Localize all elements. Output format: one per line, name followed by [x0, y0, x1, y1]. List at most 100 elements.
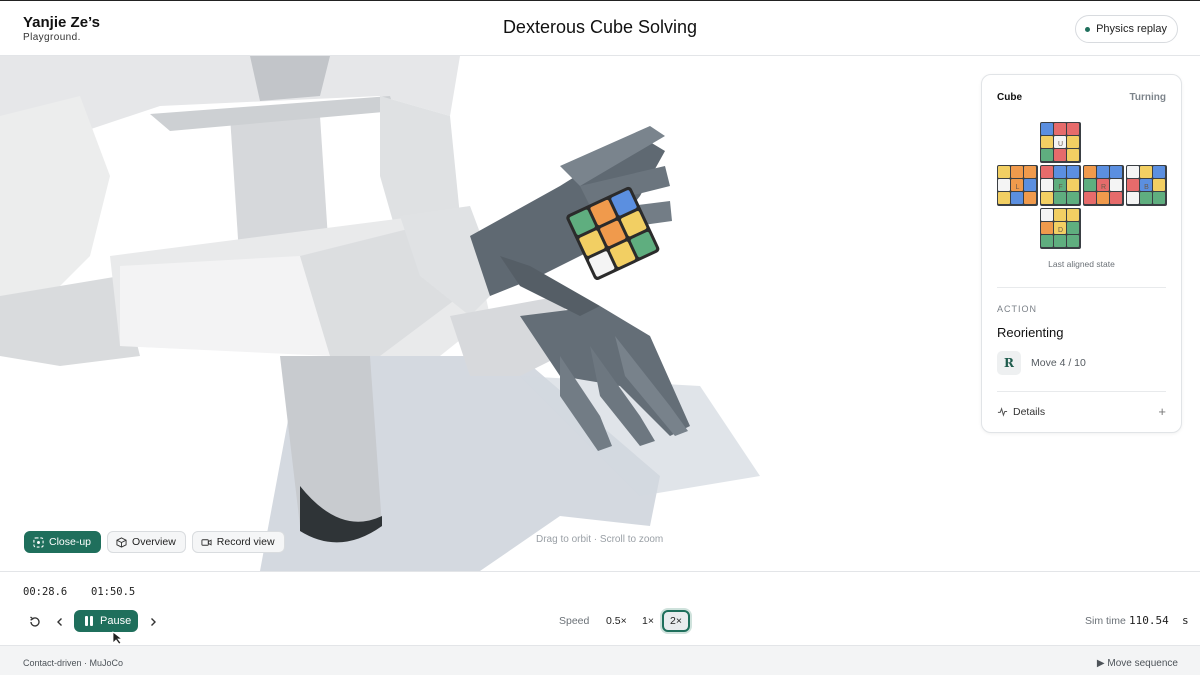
details-toggle[interactable]: Details + [997, 404, 1166, 419]
divider [997, 287, 1166, 288]
cube-sticker [1067, 235, 1079, 247]
cube-sticker [1097, 192, 1109, 204]
cube-sticker [1054, 192, 1066, 204]
speed-option-0-5x[interactable]: 0.5× [606, 615, 627, 627]
cube-sticker [1110, 179, 1122, 191]
cube-sticker [1041, 235, 1053, 247]
cube-sticker [1067, 136, 1079, 148]
page-title: Dexterous Cube Solving [502, 17, 698, 37]
cube-sticker [1054, 166, 1066, 178]
close-up-button[interactable]: Close-up [24, 531, 102, 553]
status-dot-icon [1085, 27, 1091, 32]
cube-sticker [1067, 192, 1079, 204]
cube-sticker [1041, 209, 1053, 221]
cube-sticker [1110, 192, 1122, 204]
cube-sticker [1011, 192, 1023, 204]
details-label: Details [1013, 405, 1046, 418]
cube-sticker [1041, 123, 1053, 135]
cube-face-label: F [1058, 184, 1062, 191]
plus-icon: + [1158, 404, 1166, 419]
cube-net: U L F R B D [997, 122, 1167, 249]
panel-title: Cube [997, 92, 1022, 103]
cube-sticker [1127, 192, 1139, 204]
restart-icon[interactable] [28, 615, 42, 629]
cube-sticker [1024, 179, 1036, 191]
cube-sticker [1041, 166, 1053, 178]
cube-sticker [1054, 149, 1066, 161]
cube-face-label: B [1144, 184, 1149, 191]
cube-sticker [1084, 179, 1096, 191]
pause-button[interactable]: Pause [74, 610, 138, 632]
cube-sticker [998, 179, 1010, 191]
cube-sticker [1067, 166, 1079, 178]
cube-sticker [1153, 179, 1165, 191]
speed-label: Speed [559, 615, 590, 627]
cube-sticker [1067, 179, 1079, 191]
close-up-label: Close-up [49, 536, 92, 548]
cube-sticker [1084, 166, 1096, 178]
cube-sticker [1054, 123, 1066, 135]
record-view-label: Record view [216, 536, 275, 548]
pause-icon [85, 616, 93, 626]
cube-icon [116, 536, 127, 548]
cube-sticker [998, 192, 1010, 204]
cube-sticker [1041, 136, 1053, 148]
cube-sticker [1127, 179, 1139, 191]
cube-face-label: U [1058, 141, 1063, 148]
move-badge: R [997, 351, 1021, 375]
view-buttons: Close-up Overview Record view [24, 531, 285, 553]
cube-net-caption: Last aligned state [1048, 259, 1115, 269]
total-time: 01:50.5 [91, 586, 136, 598]
panel-status: Turning [1129, 92, 1166, 103]
focus-icon [33, 536, 44, 548]
cube-sticker [1067, 123, 1079, 135]
activity-icon [997, 407, 1008, 417]
video-camera-icon [201, 538, 212, 546]
overview-label: Overview [132, 536, 176, 548]
cube-face-label: R [1101, 184, 1106, 191]
cube-sticker [1041, 192, 1053, 204]
current-time: 00:28.6 [23, 586, 68, 598]
overview-button[interactable]: Overview [107, 531, 186, 553]
cube-sticker [1067, 209, 1079, 221]
cube-sticker [998, 166, 1010, 178]
move-sequence-toggle[interactable]: ▶ Move sequence [1097, 658, 1178, 669]
record-view-button[interactable]: Record view [191, 531, 285, 553]
cube-sticker [1140, 166, 1152, 178]
app-root: Yanjie Ze’s Playground. Dexterous Cube S… [0, 0, 1200, 675]
action-value: Reorienting [997, 325, 1064, 340]
cube-sticker [1041, 222, 1053, 234]
cube-sticker [1041, 179, 1053, 191]
cube-sticker [1127, 166, 1139, 178]
action-label: ACTION [997, 304, 1038, 314]
cube-sticker [1054, 235, 1066, 247]
cube-sticker [1067, 222, 1079, 234]
physics-replay-button[interactable]: Physics replay [1075, 15, 1178, 43]
cube-sticker [1084, 192, 1096, 204]
step-forward-icon[interactable] [146, 615, 160, 629]
step-back-icon[interactable] [53, 615, 67, 629]
cube-sticker [1110, 166, 1122, 178]
cube-sticker [1067, 149, 1079, 161]
cube-face-label: D [1058, 227, 1063, 234]
footer-engine-text: Contact-driven · MuJoCo [23, 658, 124, 668]
divider [997, 391, 1166, 392]
pause-label: Pause [100, 615, 132, 627]
cube-panel: Cube Turning U L F R B D Last aligned state A… [981, 74, 1182, 433]
mouse-cursor-icon [112, 631, 124, 645]
sim-time-label: Sim time [1085, 615, 1126, 627]
cube-sticker [1024, 192, 1036, 204]
orbit-hint: Drag to orbit · Scroll to zoom [536, 534, 664, 545]
cube-face-label: L [1016, 184, 1020, 191]
header: Yanjie Ze’s Playground. Dexterous Cube S… [0, 0, 1200, 56]
move-counter: Move 4 / 10 [1031, 357, 1086, 369]
cube-sticker [1054, 209, 1066, 221]
footer: Contact-driven · MuJoCo ▶ Move sequence [0, 645, 1200, 675]
cube-sticker [1097, 166, 1109, 178]
speed-option-2x[interactable]: 2× [662, 610, 690, 632]
speed-option-1x[interactable]: 1× [642, 615, 654, 627]
cube-sticker [1011, 166, 1023, 178]
playback-controls: 00:28.6 01:50.5 Pause Speed 0.5× 1× 2× S… [0, 571, 1200, 645]
cube-sticker [1140, 192, 1152, 204]
sim-time-value: 110.54 s [1129, 614, 1189, 627]
